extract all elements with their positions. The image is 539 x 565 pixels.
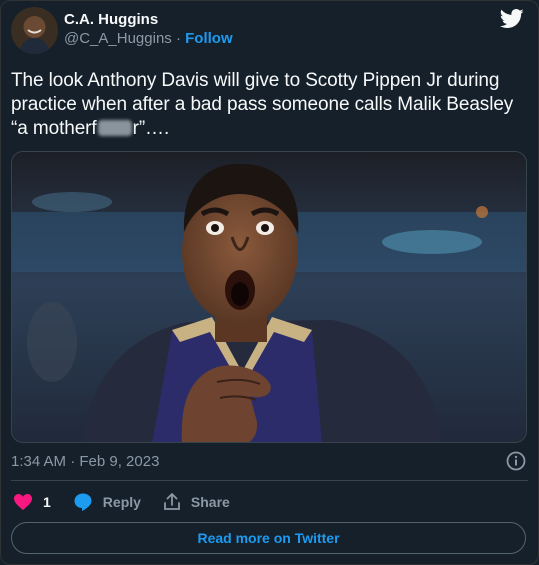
twitter-bird-icon[interactable] <box>499 9 524 29</box>
tweet-text-part2: r”…. <box>132 118 170 139</box>
tweet-card: C.A. Huggins @C_A_Huggins · Follow The l… <box>0 0 539 565</box>
read-more-button[interactable]: Read more on Twitter <box>11 522 526 554</box>
separator: · <box>175 30 181 47</box>
author-name[interactable]: C.A. Huggins <box>64 10 233 29</box>
censor-blur <box>97 120 132 136</box>
tweet-timestamp[interactable]: 1:34 AM · Feb 9, 2023 <box>11 453 159 470</box>
handle-row: @C_A_Huggins · Follow <box>64 29 233 48</box>
tweet-text-part1: The look Anthony Davis will give to Scot… <box>11 70 514 139</box>
like-button[interactable]: 1 <box>13 493 51 511</box>
author-handle[interactable]: @C_A_Huggins <box>64 30 172 47</box>
info-icon[interactable] <box>506 451 526 471</box>
divider <box>11 480 528 481</box>
share-icon <box>164 493 180 510</box>
reply-button[interactable]: Reply <box>73 492 141 512</box>
like-count: 1 <box>43 494 51 510</box>
share-button[interactable]: Share <box>163 493 230 511</box>
author-info: C.A. Huggins @C_A_Huggins · Follow <box>64 10 233 48</box>
tweet-header: C.A. Huggins @C_A_Huggins · Follow <box>11 7 528 59</box>
follow-button[interactable]: Follow <box>185 30 233 47</box>
reply-label: Reply <box>102 494 141 510</box>
tweet-media-image[interactable] <box>11 151 527 443</box>
tweet-actions: 1 Reply Share <box>13 491 252 513</box>
share-label: Share <box>190 494 230 510</box>
heart-icon <box>14 494 32 510</box>
avatar[interactable] <box>11 7 58 54</box>
tweet-text: The look Anthony Davis will give to Scot… <box>11 69 526 141</box>
reply-bubble-icon <box>74 493 92 511</box>
